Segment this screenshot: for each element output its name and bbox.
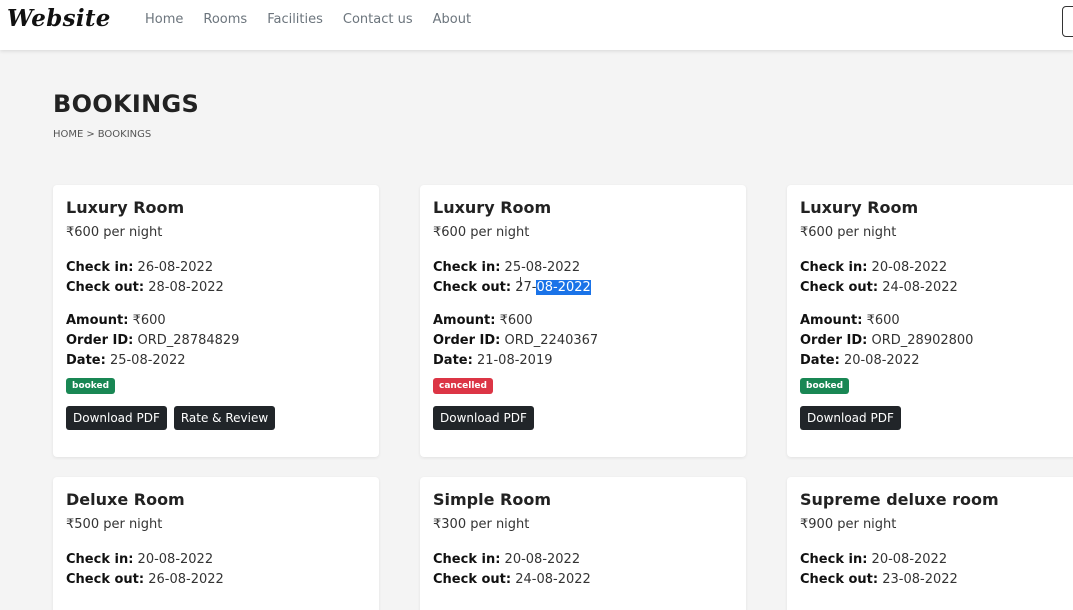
room-name: Simple Room bbox=[433, 490, 552, 509]
nav-links: Home Rooms Facilities Contact us About bbox=[145, 12, 491, 27]
order-id: Order ID: ORD_28902800 bbox=[800, 333, 974, 348]
status-badge: booked bbox=[800, 378, 850, 394]
check-in: Check in: 25-08-2022 bbox=[433, 260, 581, 275]
booking-card: Luxury Room ₹600 per night Check in: 26-… bbox=[53, 185, 379, 457]
room-name: Supreme deluxe room bbox=[800, 490, 999, 509]
download-pdf-button[interactable]: Download PDF bbox=[800, 406, 901, 430]
status-badge: cancelled bbox=[433, 378, 493, 394]
download-pdf-button[interactable]: Download PDF bbox=[66, 406, 167, 430]
navbar: Website Home Rooms Facilities Contact us… bbox=[0, 0, 1073, 50]
text-cursor-icon bbox=[520, 277, 522, 287]
check-out: Check out: 24-08-2022 bbox=[800, 280, 958, 295]
nav-profile-button[interactable] bbox=[1062, 6, 1073, 37]
booking-card: Luxury Room ₹600 per night Check in: 25-… bbox=[420, 185, 746, 457]
check-in: Check in: 20-08-2022 bbox=[800, 552, 948, 567]
room-price: ₹600 per night bbox=[800, 225, 897, 240]
check-out: Check out: 24-08-2022 bbox=[433, 572, 591, 587]
amount: Amount: ₹600 bbox=[433, 313, 533, 328]
room-price: ₹600 per night bbox=[433, 225, 530, 240]
breadcrumb-separator: > bbox=[86, 129, 95, 140]
nav-link-facilities[interactable]: Facilities bbox=[267, 12, 323, 27]
check-out: Check out: 27-08-2022 bbox=[433, 280, 591, 295]
amount: Amount: ₹600 bbox=[66, 313, 166, 328]
room-price: ₹300 per night bbox=[433, 517, 530, 532]
check-out: Check out: 23-08-2022 bbox=[800, 572, 958, 587]
check-in: Check in: 20-08-2022 bbox=[66, 552, 214, 567]
nav-link-rooms[interactable]: Rooms bbox=[203, 12, 247, 27]
breadcrumb-current: BOOKINGS bbox=[97, 129, 152, 140]
nav-link-contact[interactable]: Contact us bbox=[343, 12, 413, 27]
order-id: Order ID: ORD_2240367 bbox=[433, 333, 599, 348]
brand-logo[interactable]: Website bbox=[7, 5, 111, 32]
room-price: ₹600 per night bbox=[66, 225, 163, 240]
room-name: Luxury Room bbox=[66, 198, 185, 217]
booking-card: Luxury Room ₹600 per night Check in: 20-… bbox=[787, 185, 1073, 457]
status-badge: booked bbox=[66, 378, 116, 394]
rate-review-button[interactable]: Rate & Review bbox=[173, 406, 276, 430]
check-in: Check in: 26-08-2022 bbox=[66, 260, 214, 275]
booking-card: Deluxe Room ₹500 per night Check in: 20-… bbox=[53, 477, 379, 610]
nav-link-about[interactable]: About bbox=[433, 12, 471, 27]
page-title: BOOKINGS bbox=[53, 90, 200, 118]
check-in: Check in: 20-08-2022 bbox=[800, 260, 948, 275]
room-name: Deluxe Room bbox=[66, 490, 185, 509]
booking-card: Simple Room ₹300 per night Check in: 20-… bbox=[420, 477, 746, 610]
download-pdf-button[interactable]: Download PDF bbox=[433, 406, 534, 430]
selected-text[interactable]: 08-2022 bbox=[536, 280, 591, 295]
nav-link-home[interactable]: Home bbox=[145, 12, 183, 27]
check-in: Check in: 20-08-2022 bbox=[433, 552, 581, 567]
breadcrumb-home[interactable]: HOME bbox=[53, 129, 83, 140]
room-price: ₹900 per night bbox=[800, 517, 897, 532]
room-name: Luxury Room bbox=[800, 198, 919, 217]
check-out: Check out: 28-08-2022 bbox=[66, 280, 224, 295]
room-name: Luxury Room bbox=[433, 198, 552, 217]
booking-date: Date: 20-08-2022 bbox=[800, 353, 920, 368]
breadcrumb: HOME > BOOKINGS bbox=[53, 129, 154, 140]
order-id: Order ID: ORD_28784829 bbox=[66, 333, 240, 348]
amount: Amount: ₹600 bbox=[800, 313, 900, 328]
booking-date: Date: 25-08-2022 bbox=[66, 353, 186, 368]
booking-date: Date: 21-08-2019 bbox=[433, 353, 553, 368]
room-price: ₹500 per night bbox=[66, 517, 163, 532]
check-out: Check out: 26-08-2022 bbox=[66, 572, 224, 587]
booking-card: Supreme deluxe room ₹900 per night Check… bbox=[787, 477, 1073, 610]
